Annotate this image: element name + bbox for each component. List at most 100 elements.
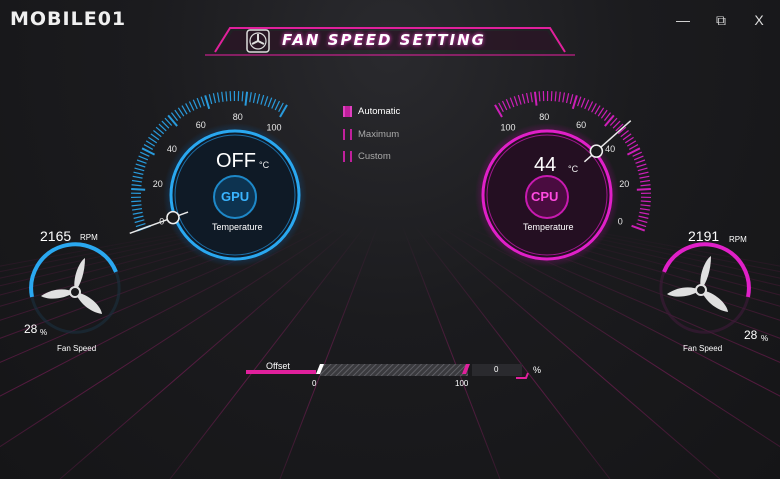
gpu-tick [139, 151, 150, 157]
cpu-tick [639, 208, 650, 211]
cpu-scale-label: 40 [605, 144, 615, 154]
fan-logo-icon [246, 29, 270, 53]
gpu-tick [131, 179, 142, 183]
cpu-tick [505, 99, 511, 109]
close-icon: X [754, 12, 764, 28]
mode-automatic[interactable]: Automatic [343, 104, 400, 118]
cpu-tick [631, 224, 646, 232]
cpu-tick [565, 93, 570, 104]
gpu-scale-label: 80 [233, 112, 243, 122]
gpu-tick [185, 103, 191, 113]
cpu-tick [530, 92, 533, 103]
cpu-scale-label: 0 [618, 217, 623, 227]
cpu-fan-speed-label: Fan Speed [683, 344, 723, 353]
gpu-temperature-value: OFF [216, 150, 256, 172]
cpu-tick [587, 101, 594, 111]
cpu-tick [562, 92, 566, 103]
mode-maximum[interactable]: Maximum [343, 127, 399, 141]
cpu-tick [594, 105, 601, 115]
cpu-tick [538, 91, 541, 102]
cpu-tick [498, 102, 504, 113]
cpu-tick [626, 140, 637, 147]
gpu-tick [271, 99, 277, 109]
cpu-scale-label: 80 [539, 112, 549, 122]
gpu-tick [256, 93, 261, 104]
cpu-tick [639, 175, 650, 179]
gpu-tick [278, 102, 284, 113]
gpu-tick [134, 219, 145, 224]
cpu-tick [513, 96, 519, 106]
cpu-tick [633, 155, 644, 161]
gpu-temperature-label: Temperature [212, 222, 263, 232]
gpu-tick [196, 97, 202, 108]
cpu-temperature-value: 44 [534, 154, 557, 176]
gpu-tick [181, 105, 188, 115]
gpu-tick [260, 94, 265, 105]
gpu-tick [263, 96, 269, 106]
offset-track[interactable] [320, 364, 468, 376]
gpu-fan-rpm: 2165 [40, 228, 72, 244]
gpu-tick [221, 91, 224, 102]
gpu-tick [138, 155, 149, 161]
gpu-scale-label: 20 [153, 179, 163, 189]
gpu-tick [225, 91, 228, 102]
cpu-tick [554, 91, 557, 102]
cpu-tick [638, 171, 649, 175]
gpu-temperature-unit: °C [259, 160, 270, 170]
gpu-fan-speed-label: Fan Speed [57, 344, 97, 353]
restore-button[interactable]: ⧉ [706, 6, 736, 34]
cpu-tick [636, 163, 647, 168]
cpu-tick [569, 94, 574, 105]
restore-icon: ⧉ [716, 11, 726, 28]
gpu-tick [133, 171, 144, 175]
gpu-tick [135, 163, 146, 168]
gpu-fan-percent: 28 [24, 322, 38, 336]
checkbox-icon [343, 128, 352, 140]
offset-unit: % [533, 365, 542, 375]
gpu-tick [136, 159, 147, 164]
gpu-tick [208, 94, 213, 105]
gpu-tick [132, 175, 143, 179]
close-button[interactable]: X [744, 6, 774, 34]
gpu-tick [148, 136, 158, 144]
minimize-button[interactable]: — [668, 6, 698, 34]
cpu-gauge: 0 20 40 60 80 100 [475, 90, 651, 267]
gpu-tick [145, 140, 156, 147]
cpu-tick [558, 91, 561, 102]
cpu-tick [521, 93, 526, 104]
cpu-tick [637, 219, 648, 224]
offset-value[interactable]: 0 [494, 365, 498, 374]
cpu-fan-percent: 28 [744, 328, 758, 342]
cpu-fan [659, 242, 751, 334]
gpu-scale-label: 60 [196, 120, 206, 130]
gpu-tick [174, 109, 182, 119]
gpu-tick [132, 208, 143, 211]
cpu-tick [525, 92, 530, 103]
mode-custom[interactable]: Custom [343, 149, 391, 163]
cpu-tick [624, 136, 634, 144]
cpu-rpm-unit: RPM [729, 235, 747, 244]
gpu-tick [131, 184, 142, 187]
gpu-tick [274, 100, 281, 111]
cpu-percent-unit: % [761, 334, 769, 343]
gpu-tick [177, 107, 185, 117]
cpu-needle-handle-icon [589, 144, 604, 158]
page-title: FAN SPEED SETTING [282, 31, 486, 49]
mode-custom-label: Custom [358, 150, 391, 162]
gpu-tick [135, 222, 146, 228]
app-window: MOBILE01 — ⧉ X FAN SPEED SETTING 0 20 40 60… [0, 0, 780, 479]
cpu-scale-label: 100 [500, 122, 515, 132]
cpu-tick [571, 95, 578, 110]
gpu-scale-label: 100 [266, 122, 281, 132]
gpu-chip-label: GPU [221, 189, 250, 204]
cpu-tick [639, 211, 650, 215]
offset-min-label: 0 [312, 379, 317, 388]
gpu-tick [134, 167, 145, 172]
cpu-tick [604, 114, 615, 127]
gpu-tick [216, 92, 220, 103]
cpu-tick [622, 133, 632, 141]
gpu-tick [204, 95, 211, 110]
cpu-tick [591, 103, 597, 113]
gpu-rpm-unit: RPM [80, 233, 98, 242]
app-logo-text: MOBILE01 [10, 8, 127, 30]
